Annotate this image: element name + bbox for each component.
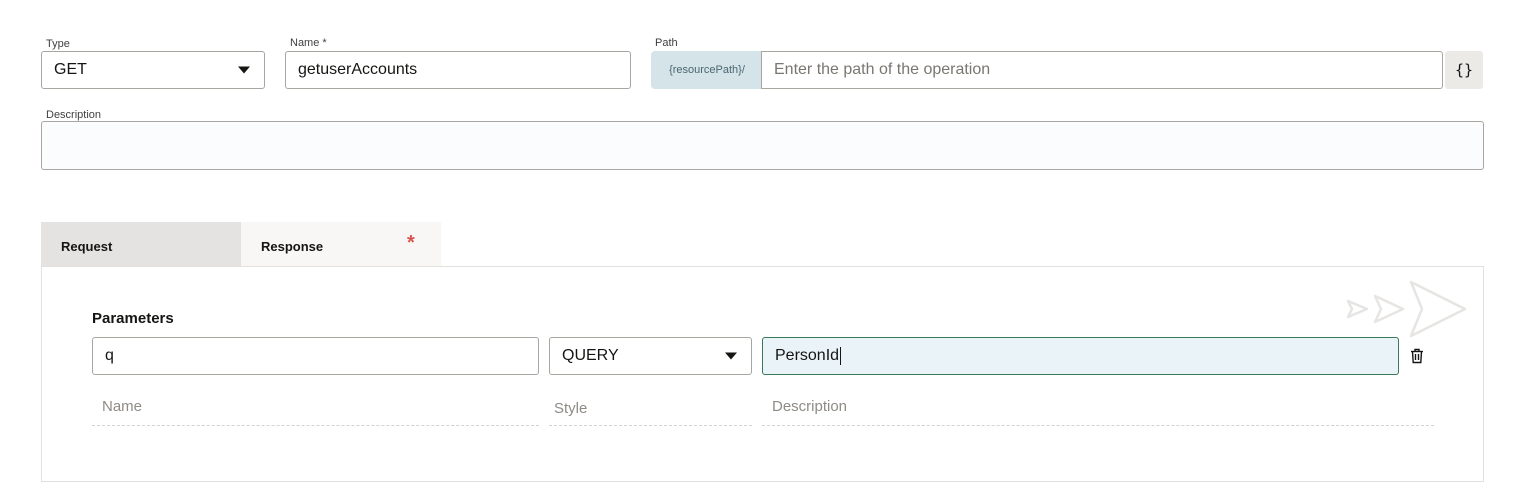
description-input[interactable] bbox=[41, 121, 1484, 170]
expression-button[interactable]: {} bbox=[1445, 51, 1483, 89]
type-value: GET bbox=[54, 61, 87, 78]
path-placeholder: Enter the path of the operation bbox=[774, 61, 991, 78]
parameter-description-value: PersonId bbox=[775, 347, 840, 364]
path-input[interactable]: Enter the path of the operation bbox=[761, 51, 1443, 89]
name-required-mark: * bbox=[322, 37, 327, 49]
tab-request[interactable]: Request bbox=[41, 222, 241, 267]
style-hint: Style bbox=[554, 400, 588, 417]
name-hint: Name bbox=[102, 398, 143, 415]
style-hint-line bbox=[549, 425, 752, 426]
tab-response[interactable]: Response * bbox=[241, 222, 441, 267]
name-input[interactable]: getuserAccounts bbox=[285, 51, 631, 89]
parameter-style-value: QUERY bbox=[562, 347, 619, 364]
name-label: Name * bbox=[290, 37, 327, 49]
parameter-description-input[interactable]: PersonId bbox=[762, 337, 1399, 375]
parameter-style-select[interactable]: QUERY bbox=[549, 337, 752, 375]
description-label: Description bbox=[46, 109, 102, 121]
parameters-title: Parameters bbox=[92, 310, 174, 327]
text-caret bbox=[840, 347, 842, 365]
parameter-name-input[interactable]: q bbox=[92, 337, 539, 375]
type-label: Type bbox=[46, 38, 70, 50]
chevron-down-icon bbox=[238, 66, 250, 74]
parameter-name-value: q bbox=[105, 347, 114, 364]
tab-response-label: Response bbox=[261, 239, 324, 254]
trash-icon[interactable] bbox=[1410, 348, 1424, 364]
type-select[interactable]: GET bbox=[41, 51, 265, 89]
tab-request-label: Request bbox=[61, 239, 113, 254]
path-label: Path bbox=[655, 37, 678, 49]
response-required-mark: * bbox=[407, 232, 415, 254]
path-prefix: {resourcePath}/ bbox=[651, 51, 763, 89]
description-hint: Description bbox=[772, 398, 848, 415]
description-hint-line bbox=[762, 425, 1434, 426]
name-value: getuserAccounts bbox=[298, 61, 418, 78]
name-hint-line bbox=[92, 425, 539, 426]
braces-icon: {} bbox=[1454, 61, 1474, 79]
paper-plane-icon bbox=[1346, 280, 1467, 338]
chevron-down-icon bbox=[725, 352, 737, 360]
